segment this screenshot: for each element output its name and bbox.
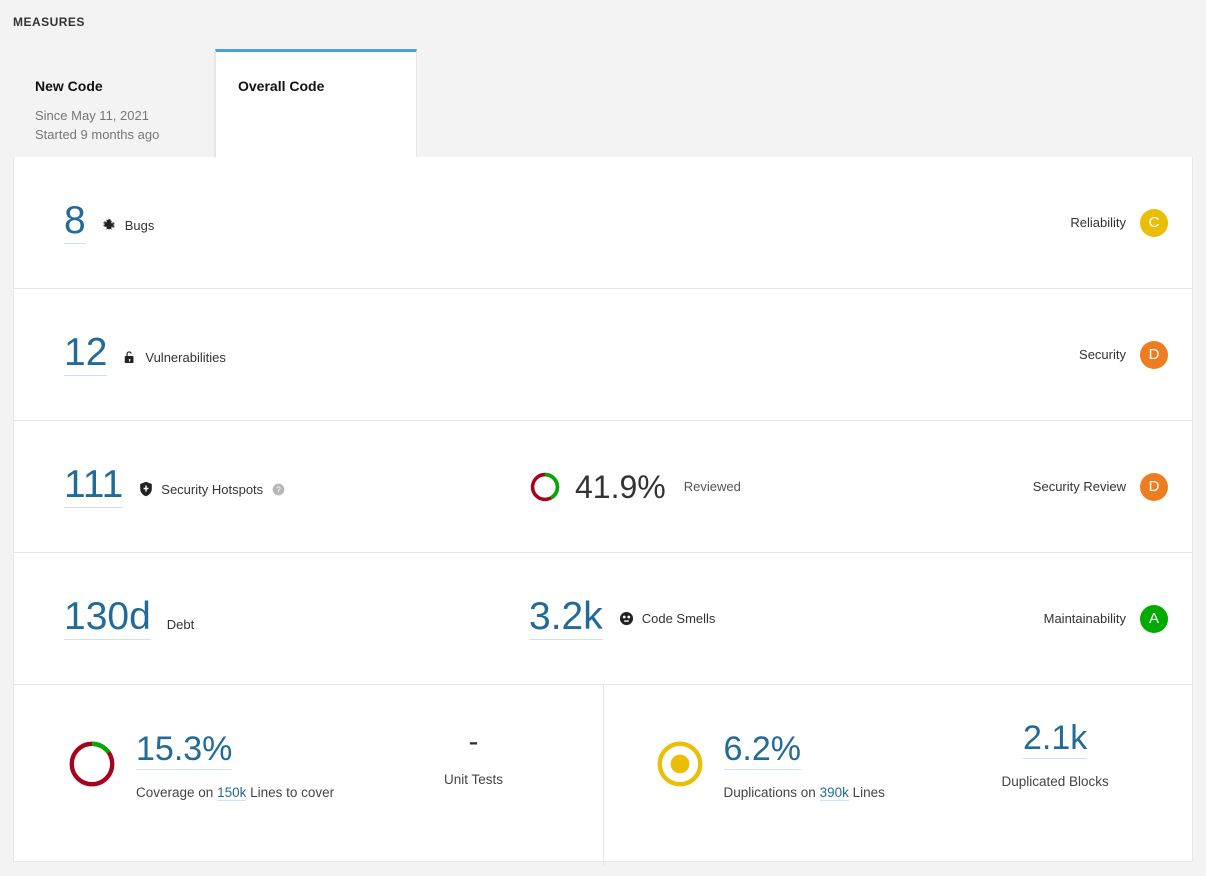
reviewed-donut-group: 41.9% Reviewed xyxy=(529,471,741,503)
hotspots-measure: 111 Security Hotspots ? xyxy=(64,465,285,508)
code-smell-icon xyxy=(619,611,634,626)
code-smells-meta: Code Smells xyxy=(619,611,716,626)
row-maintainability: 130d Debt 3.2k Code Smells Maintainabili… xyxy=(14,553,1192,685)
bugs-value-link[interactable]: 8 xyxy=(64,201,86,244)
unit-tests-value: - xyxy=(468,725,479,758)
debt-measure: 130d Debt xyxy=(64,597,194,640)
row-reliability: 8 Bugs Reliability C xyxy=(14,157,1192,289)
duplicated-blocks-label: Duplicated Blocks xyxy=(1001,774,1109,789)
hotspots-value-link[interactable]: 111 xyxy=(64,465,124,508)
maintainability-rating-group: Maintainability A xyxy=(1043,604,1168,633)
maintainability-rating-badge[interactable]: A xyxy=(1140,604,1168,633)
open-lock-icon xyxy=(123,350,137,365)
reviewed-measure: 41.9% Reviewed xyxy=(529,471,741,503)
security-rating-badge[interactable]: D xyxy=(1140,340,1168,369)
vulnerabilities-label: Vulnerabilities xyxy=(145,350,226,365)
code-smells-label: Code Smells xyxy=(641,611,716,626)
duplicated-lines-link[interactable]: 390k xyxy=(819,785,849,801)
reviewed-label: Reviewed xyxy=(683,479,741,494)
maintainability-label: Maintainability xyxy=(1043,611,1126,626)
duplications-indicator-icon xyxy=(654,738,706,790)
duplicated-blocks-value-link[interactable]: 2.1k xyxy=(1023,721,1088,759)
lines-to-cover-link[interactable]: 150k xyxy=(217,785,247,801)
bottom-panels: 15.3% Coverage on 150k Lines to cover - … xyxy=(14,685,1192,866)
duplications-panel: 6.2% Duplications on 390k Lines 2.1k Dup… xyxy=(602,685,1193,866)
coverage-caption: Coverage on 150k Lines to cover xyxy=(136,785,335,801)
security-review-rating-badge[interactable]: D xyxy=(1140,472,1168,501)
code-smells-measure: 3.2k Code Smells xyxy=(529,597,715,640)
security-review-label: Security Review xyxy=(1032,479,1126,494)
row-security: 12 Vulnerabilities Security D xyxy=(14,289,1192,421)
bugs-label: Bugs xyxy=(124,218,155,233)
measures-page: MEASURES New Code Since May 11, 2021 Sta… xyxy=(0,0,1206,876)
coverage-percent-link[interactable]: 15.3% xyxy=(136,732,233,770)
coverage-donut-chart xyxy=(66,738,118,790)
code-period-tabs: New Code Since May 11, 2021 Started 9 mo… xyxy=(13,49,417,159)
duplications-caption-post: Lines xyxy=(848,785,885,800)
tab-new-code-since: Since May 11, 2021 xyxy=(35,107,149,123)
row-security-review: 111 Security Hotspots ? 41.9% Reviewed S… xyxy=(14,421,1192,553)
shield-icon xyxy=(139,481,153,497)
coverage-panel: 15.3% Coverage on 150k Lines to cover - … xyxy=(14,685,603,866)
vulnerabilities-meta: Vulnerabilities xyxy=(123,350,226,365)
reviewed-donut-chart xyxy=(529,471,561,503)
tab-new-code-label: New Code xyxy=(35,78,103,94)
vulnerabilities-value-link[interactable]: 12 xyxy=(64,333,108,376)
bug-icon xyxy=(102,218,117,233)
coverage-caption-pre: Coverage on xyxy=(136,785,218,800)
tab-new-code-started: Started 9 months ago xyxy=(35,126,160,142)
security-label: Security xyxy=(1079,347,1126,362)
security-review-rating-group: Security Review D xyxy=(1032,472,1168,501)
reliability-rating-badge[interactable]: C xyxy=(1140,208,1168,237)
hotspots-meta: Security Hotspots ? xyxy=(139,481,285,497)
reliability-label: Reliability xyxy=(1070,215,1126,230)
hotspots-label: Security Hotspots xyxy=(161,481,264,497)
help-icon[interactable]: ? xyxy=(272,483,285,496)
duplications-caption: Duplications on 390k Lines xyxy=(723,785,885,801)
reliability-rating-group: Reliability C xyxy=(1070,208,1168,237)
tab-new-code[interactable]: New Code Since May 11, 2021 Started 9 mo… xyxy=(13,49,215,159)
debt-label: Debt xyxy=(166,617,195,632)
reviewed-percent: 41.9% xyxy=(575,468,666,505)
debt-value-link[interactable]: 130d xyxy=(64,597,151,640)
coverage-metric: 15.3% Coverage on 150k Lines to cover xyxy=(136,732,335,801)
page-title: MEASURES xyxy=(13,15,85,29)
tab-new-code-sub: Since May 11, 2021 Started 9 months ago xyxy=(35,107,192,145)
debt-meta: Debt xyxy=(167,617,194,632)
bugs-meta: Bugs xyxy=(102,218,155,233)
svg-text:?: ? xyxy=(276,485,281,494)
unit-tests-label: Unit Tests xyxy=(444,772,504,787)
code-smells-value-link[interactable]: 3.2k xyxy=(529,597,603,640)
vulnerabilities-measure: 12 Vulnerabilities xyxy=(64,333,226,376)
duplications-caption-pre: Duplications on xyxy=(723,785,820,800)
duplications-percent-link[interactable]: 6.2% xyxy=(723,732,801,770)
unit-tests-metric: - Unit Tests xyxy=(444,725,504,788)
duplications-metric: 6.2% Duplications on 390k Lines xyxy=(723,732,885,801)
security-rating-group: Security D xyxy=(1079,340,1168,369)
coverage-caption-post: Lines to cover xyxy=(246,785,335,800)
tab-overall-code-label: Overall Code xyxy=(238,78,325,94)
tab-overall-code[interactable]: Overall Code xyxy=(215,49,417,159)
measures-card: 8 Bugs Reliability C 12 Vulnerabilities … xyxy=(13,157,1193,866)
bugs-measure: 8 Bugs xyxy=(64,201,154,244)
duplicated-blocks-metric: 2.1k Duplicated Blocks xyxy=(1002,721,1109,789)
